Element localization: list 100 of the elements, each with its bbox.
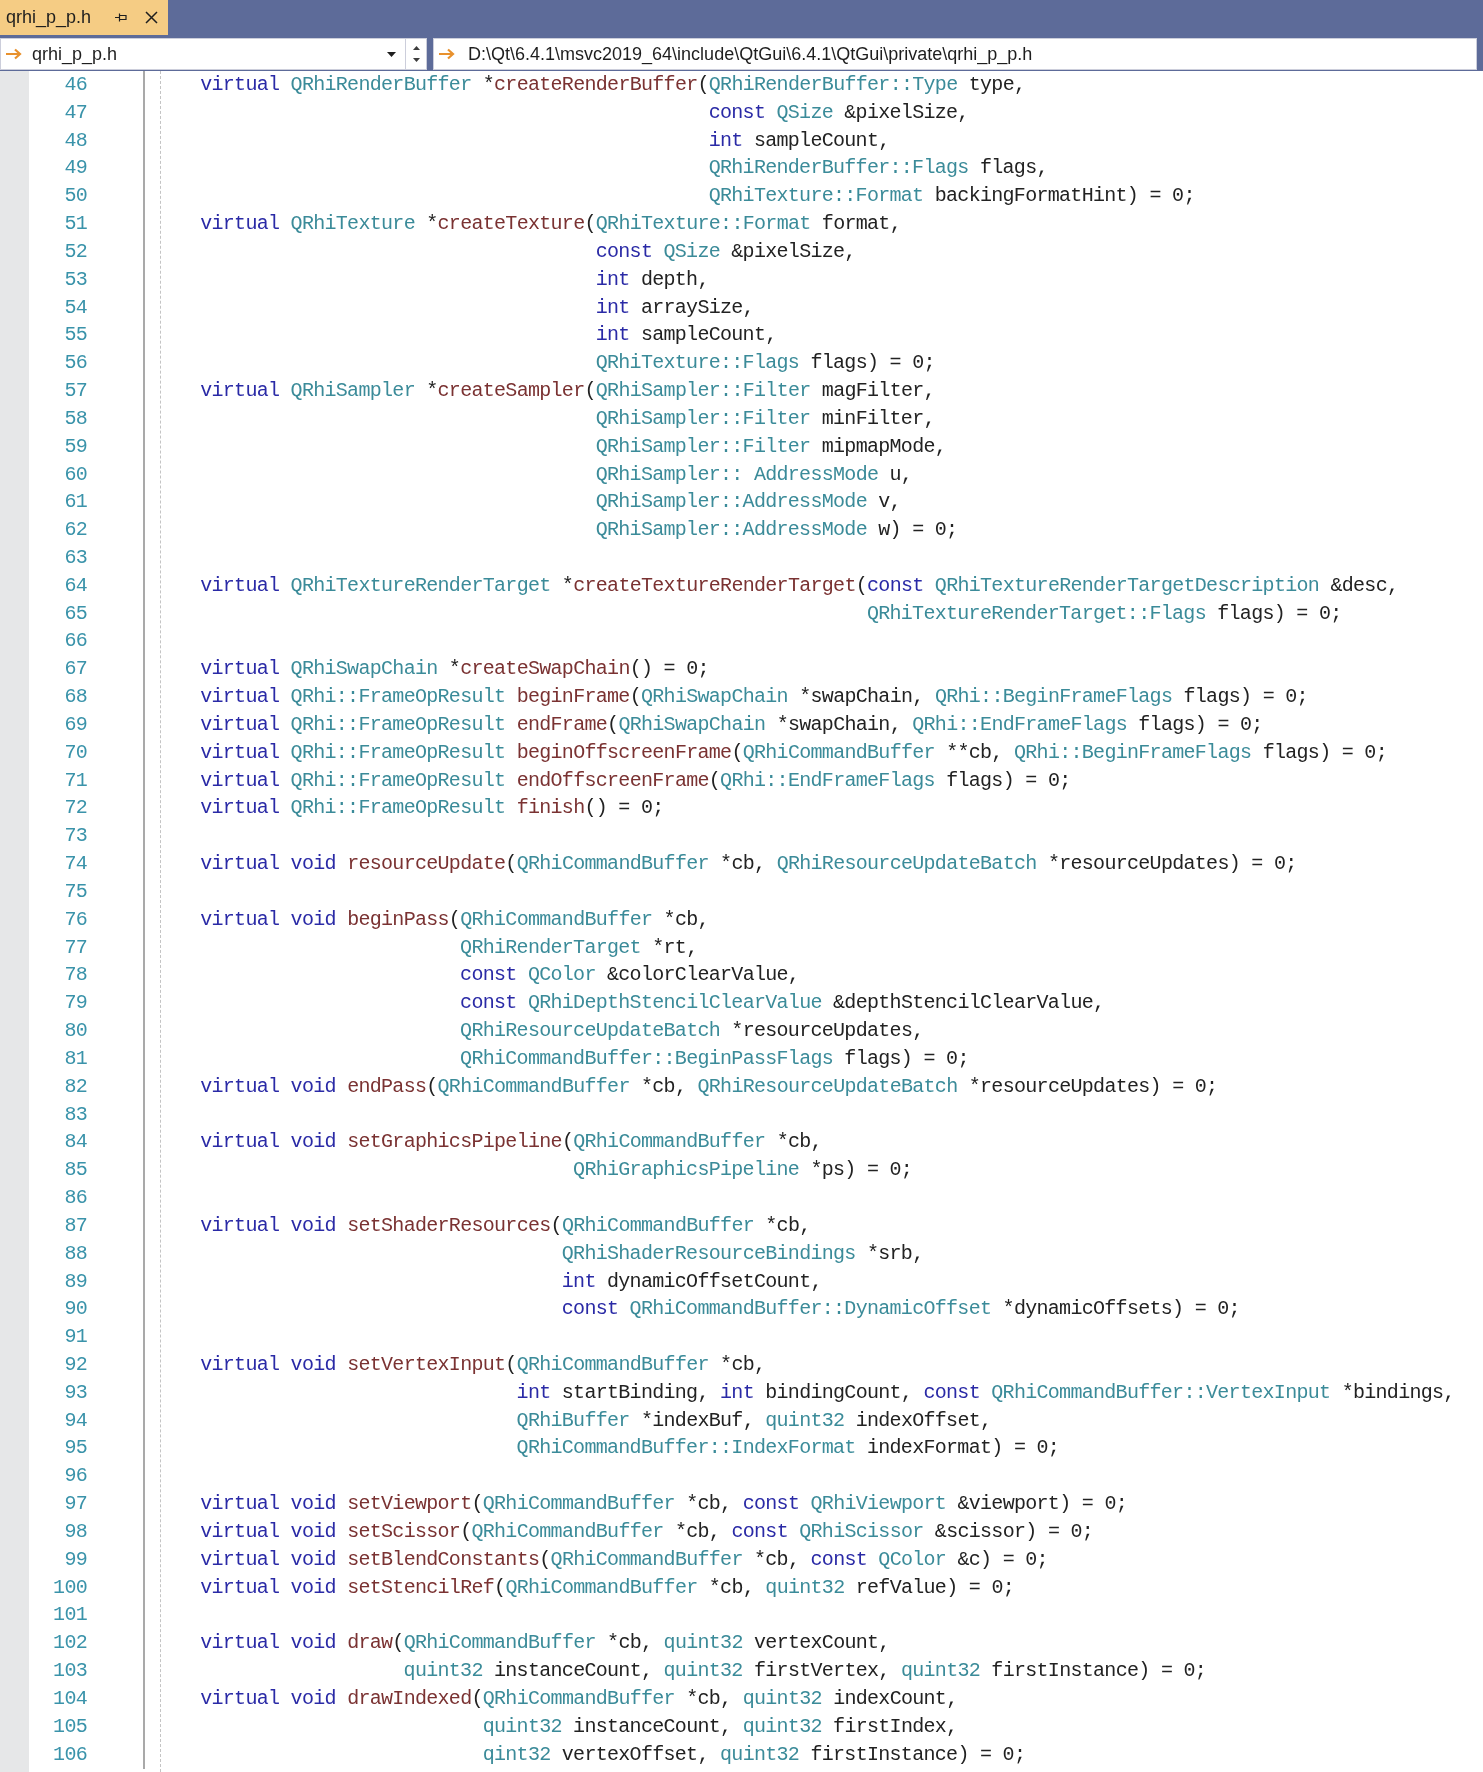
line-number: 47	[64, 102, 87, 123]
line-number: 99	[64, 1549, 87, 1570]
close-icon[interactable]	[145, 11, 159, 24]
line-number: 61	[64, 492, 87, 513]
line-number: 79	[64, 993, 87, 1014]
line-number: 71	[64, 770, 87, 791]
line-number: 73	[64, 826, 87, 847]
line-number: 82	[64, 1076, 87, 1097]
line-number: 92	[64, 1355, 87, 1375]
line-number: 101	[53, 1605, 87, 1626]
code-line: virtual void endPass(QRhiCommandBuffer *cb, QRhiResourceUpdateBatch *resourceUpdates) = 0;	[200, 1076, 1218, 1097]
code-line: int sampleCount,	[708, 130, 890, 151]
code-line: QRhiSampler::AddressMode v,	[595, 492, 901, 513]
code-line: const QRhiDepthStencilClearValue &depthStencilClearValue,	[460, 993, 1105, 1014]
up-down-arrows-icon	[412, 46, 420, 62]
line-number: 59	[64, 436, 87, 457]
path-dropdown[interactable]: D:\Qt\6.4.1\msvc2019_64\include\QtGui\6.4.1\QtGui\private\qrhi_p_p.h	[433, 38, 1477, 70]
line-number: 95	[64, 1438, 87, 1459]
line-number: 48	[64, 130, 87, 151]
caret-icon	[387, 51, 396, 57]
code-line: QRhiTexture::Flags flags) = 0;	[595, 353, 935, 374]
code-line: QRhiRenderTarget *rt,	[460, 937, 698, 958]
line-number: 93	[64, 1382, 87, 1403]
line-number: 86	[64, 1188, 87, 1209]
code-line: QRhiTexture::Format backingFormatHint) = 0;	[708, 186, 1195, 207]
line-number: 62	[64, 520, 87, 541]
code-line: virtual void draw(QRhiCommandBuffer *cb, quint32 vertexCount,	[200, 1633, 890, 1654]
line-number: 89	[64, 1271, 87, 1292]
spin-button[interactable]	[406, 38, 427, 70]
line-number: 70	[64, 742, 87, 763]
line-number: 97	[64, 1494, 87, 1515]
code-line: qint32 vertexOffset, quint32 firstInstance) = 0;	[482, 1744, 1026, 1765]
line-number: 65	[64, 603, 87, 624]
code-line: int sampleCount,	[595, 325, 777, 346]
line-number: 68	[64, 687, 87, 708]
pin-icon[interactable]	[115, 13, 128, 22]
line-number: 57	[64, 381, 87, 401]
code-line: QRhiResourceUpdateBatch *resourceUpdates,	[460, 1021, 924, 1042]
line-number: 72	[64, 798, 87, 819]
code-line: QRhiCommandBuffer::IndexFormat indexFormat) = 0;	[516, 1438, 1060, 1459]
line-number: 51	[64, 214, 87, 235]
line-number: 64	[64, 575, 87, 596]
code-line: virtual QRhiSampler *createSampler(QRhiSampler::Filter magFilter,	[200, 381, 935, 401]
code-line: const QSize &pixelSize,	[708, 102, 969, 123]
code-line: const QRhiCommandBuffer::DynamicOffset *dynamicOffsets) = 0;	[561, 1299, 1240, 1320]
line-number: 69	[64, 714, 87, 735]
line-number: 63	[64, 548, 87, 568]
tab[interactable]: qrhi_p_p.h	[0, 0, 169, 35]
line-number: 80	[64, 1021, 87, 1042]
line-number: 75	[64, 881, 87, 902]
line-number: 67	[64, 659, 87, 680]
code-line: virtual void drawIndexed(QRhiCommandBuffer *cb, quint32 indexCount,	[200, 1688, 958, 1709]
code-line: virtual QRhiTexture *createTexture(QRhiTexture::Format format,	[200, 214, 901, 235]
line-number: 74	[64, 854, 87, 875]
file-dropdown[interactable]: qrhi_p_p.h	[0, 38, 406, 70]
code-line: QRhiShaderResourceBindings *srb,	[561, 1243, 924, 1264]
line-number: 103	[53, 1661, 87, 1682]
code-line: int arraySize,	[595, 297, 754, 318]
line-number: 90	[64, 1299, 87, 1320]
code-line: QRhiRenderBuffer::Flags flags,	[708, 158, 1048, 179]
code-line: int dynamicOffsetCount,	[561, 1271, 822, 1292]
line-number: 66	[64, 631, 87, 652]
code-line: virtual QRhiSwapChain *createSwapChain() = 0;	[200, 659, 709, 680]
code-line: quint32 instanceCount, quint32 firstIndex,	[482, 1716, 958, 1737]
code-line: virtual QRhi::FrameOpResult endOffscreenFrame(QRhi::EndFrameFlags flags) = 0;	[200, 770, 1071, 791]
line-number: 84	[64, 1132, 87, 1153]
line-number: 96	[64, 1466, 87, 1487]
line-number: 102	[53, 1633, 87, 1654]
code-line: virtual void setBlendConstants(QRhiCommandBuffer *cb, const QColor &c) = 0;	[200, 1549, 1048, 1570]
code-line: QRhiSampler:: AddressMode u,	[595, 464, 913, 485]
line-number: 46	[64, 74, 87, 95]
code-line: const QSize &pixelSize,	[595, 241, 856, 262]
line-number: 85	[64, 1160, 87, 1181]
line-number: 54	[64, 297, 87, 318]
code-line: int startBinding, int bindingCount, const QRhiCommandBuffer::VertexInput *bindings,	[516, 1382, 1455, 1403]
line-number: 98	[64, 1521, 87, 1542]
code-line: QRhiSampler::Filter mipmapMode,	[595, 436, 947, 457]
code-line: virtual QRhiRenderBuffer *createRenderBuffer(QRhiRenderBuffer::Type type,	[200, 74, 1026, 95]
line-number: 77	[64, 937, 87, 958]
line-number: 78	[64, 965, 87, 986]
code-line: virtual QRhi::FrameOpResult beginOffscreenFrame(QRhiCommandBuffer **cb, QRhi::BeginFrameFlags flags) = 0;	[200, 742, 1387, 763]
code-line: virtual QRhiTextureRenderTarget *createTextureRenderTarget(const QRhiTextureRenderTargetDescription &desc,	[200, 575, 1399, 596]
line-number: 52	[64, 241, 87, 262]
line-number: 105	[53, 1716, 87, 1737]
code-line: virtual void setGraphicsPipeline(QRhiCommandBuffer *cb,	[200, 1132, 822, 1153]
code-line: virtual QRhi::FrameOpResult endFrame(QRhiSwapChain *swapChain, QRhi::EndFrameFlags flags) = 0;	[200, 714, 1263, 735]
code-line: const QColor &colorClearValue,	[460, 965, 800, 986]
code-line: virtual QRhi::FrameOpResult beginFrame(QRhiSwapChain *swapChain, QRhi::BeginFrameFlags flags) = 0;	[200, 687, 1308, 708]
code-line: QRhiBuffer *indexBuf, quint32 indexOffset,	[516, 1410, 992, 1431]
line-number: 56	[64, 353, 87, 374]
code-line: quint32 instanceCount, quint32 firstVertex, quint32 firstInstance) = 0;	[403, 1661, 1207, 1682]
code-line: virtual void resourceUpdate(QRhiCommandBuffer *cb, QRhiResourceUpdateBatch *resourceUpdates) = 0;	[200, 854, 1297, 875]
line-number: 83	[64, 1104, 87, 1125]
code-line: virtual void setVertexInput(QRhiCommandBuffer *cb,	[200, 1355, 766, 1375]
arrow-icon	[439, 48, 455, 60]
code-line: QRhiSampler::Filter minFilter,	[595, 408, 935, 429]
line-number: 53	[64, 269, 87, 290]
code-line: virtual void setShaderResources(QRhiCommandBuffer *cb,	[200, 1215, 811, 1236]
code-line: QRhiSampler::AddressMode w) = 0;	[595, 520, 958, 541]
code-line: virtual void setStencilRef(QRhiCommandBuffer *cb, quint32 refValue) = 0;	[200, 1577, 1014, 1598]
